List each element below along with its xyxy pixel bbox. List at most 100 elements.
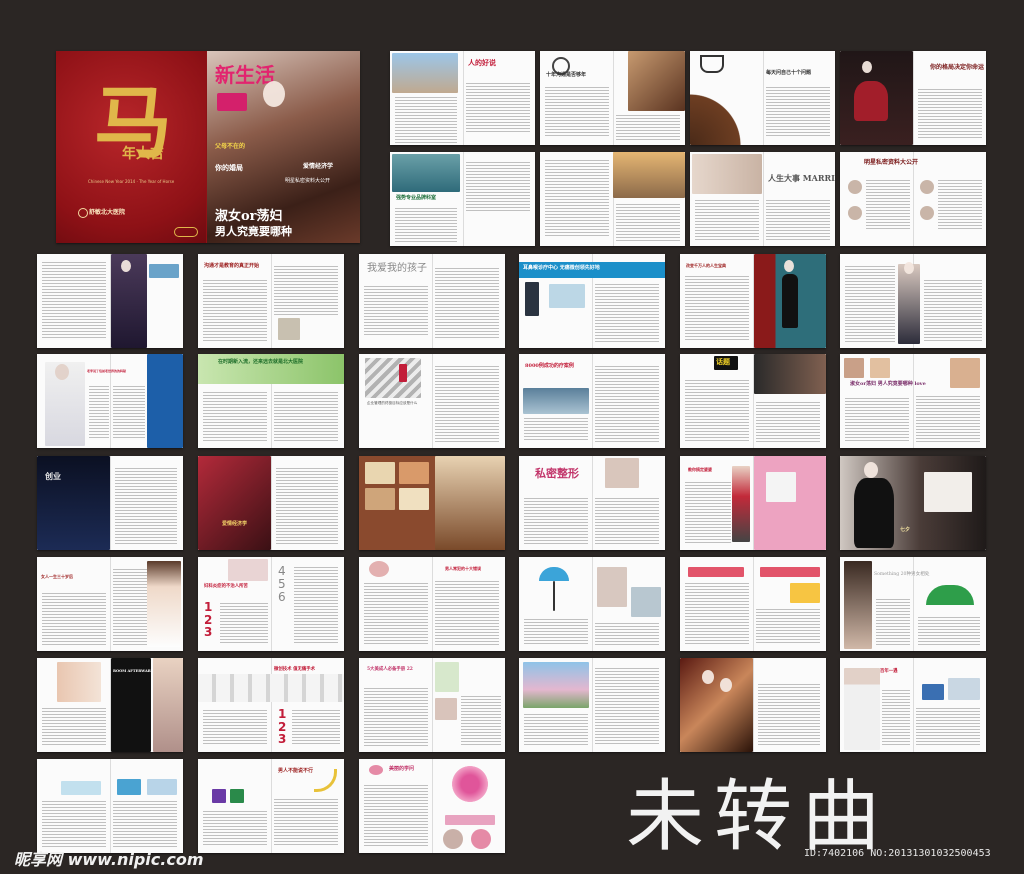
cover-blurb-1: 父母不在的 (215, 143, 246, 150)
spread-r2-3-title: 人生大事 MARRIAGE (768, 173, 835, 183)
spread-r2-2[interactable] (540, 152, 685, 246)
outline-stamp: 未转曲 (626, 772, 891, 862)
cherry-blossom-photo (523, 662, 589, 708)
spread-r4-1[interactable]: 老李说了包前老世界的的科秘 (37, 354, 183, 448)
businessman-photo (525, 282, 539, 316)
spread-r5-4[interactable]: 私密整形 (519, 456, 665, 550)
doctors-group-photo (198, 674, 344, 702)
cover-blurb-2: 你的婚局 (215, 164, 243, 172)
spread-r1-3-title: 每天问自己十个问题 (766, 70, 812, 76)
cover-front: 新生活 父母不在的 你的婚局 爱情经济学 明星私密资料大公开 淑女or荡妇 男人… (207, 51, 360, 243)
spread-r5-2-title: 爱情经济学 (222, 521, 248, 527)
spread-r2-4[interactable]: 明星私密资料大公开 (840, 152, 986, 246)
spread-r1-2-title: 十年沟通是否够年 (546, 72, 587, 78)
cover-back: 马 年大吉 Chinese New Year 2014 · The Year o… (56, 51, 206, 243)
spread-r3-3[interactable]: 我爱我的孩子 (359, 254, 505, 348)
spread-r6-3-title: 男人常犯的十大错误 (445, 566, 481, 571)
spread-r4-4-title: 8000例成功的疗案例 (525, 363, 574, 369)
spread-r5-1[interactable]: 创业 (37, 456, 183, 550)
spread-r6-3[interactable]: 男人常犯的十大错误 (359, 557, 505, 651)
spread-r3-6[interactable] (840, 254, 986, 348)
spread-r6-5[interactable] (680, 557, 826, 651)
spread-r2-4-title: 明星私密资料大公开 (864, 159, 919, 166)
spread-r1-2[interactable]: 十年沟通是否够年 (540, 51, 685, 145)
family-silhouette-photo (613, 152, 685, 198)
cover-badge (217, 93, 247, 111)
spread-r4-2-title: 在时期新入流，还来远去就是北大医院 (218, 359, 304, 365)
cover-headline-2: 男人究竟要哪种 (215, 225, 292, 238)
spread-r5-6[interactable]: 七夕 (840, 456, 986, 550)
hospital-name: 舒敏北大医院 (89, 209, 126, 216)
operating-room-photo (523, 388, 589, 414)
green-umbrella-icon (926, 585, 974, 605)
spread-r2-3[interactable]: 人生大事 MARRIAGE (690, 152, 835, 246)
spread-r8-3[interactable]: 美丽的学问 (359, 759, 505, 853)
spread-r5-5-title: 教你搞定婆婆 (688, 467, 712, 472)
spread-r6-1[interactable]: 女人一生三十岁后 (37, 557, 183, 651)
spread-r5-4-title: 私密整形 (535, 467, 579, 480)
spread-r8-2[interactable]: 男人不能说不行 (198, 759, 344, 853)
spread-r4-6[interactable]: 淑女or荡妇 男人究竟要哪种 love (840, 354, 986, 448)
coffee-photo (435, 456, 505, 550)
spread-r4-2[interactable]: 在时期新入流，还来远去就是北大医院 (198, 354, 344, 448)
watermark-left: 昵享网 www.nipic.com (14, 850, 204, 869)
spread-r7-6-title: 百年一遇 (880, 669, 898, 674)
spread-r4-5-title: 话题 (716, 357, 730, 366)
spread-r6-2[interactable]: 妇科炎症的不治人所苦 123 456 (198, 557, 344, 651)
spread-r5-2[interactable]: 爱情经济学 (198, 456, 344, 550)
arrows-graphic (365, 358, 421, 398)
banana-icon (314, 769, 337, 792)
spread-r4-6-title: 淑女or荡妇 男人究竟要哪种 love (850, 381, 926, 387)
spread-r4-5[interactable]: 话题 (680, 354, 826, 448)
numbered-list-1: 123 (204, 600, 213, 640)
spread-r4-3[interactable]: 企业管理的终极目标应该是什么 (359, 354, 505, 448)
spread-r7-4[interactable] (519, 658, 665, 752)
building-photo (392, 53, 458, 93)
spread-r2-1-title: 强势专业品牌科室 (396, 195, 437, 201)
umbrella-icon (539, 567, 569, 581)
flower-icon (369, 765, 383, 775)
spread-r3-2-title: 沟通才是教育的真正开始 (204, 263, 260, 269)
spread-r8-1[interactable] (37, 759, 183, 853)
spread-r6-6-title: Something 20种男女相处 (874, 572, 930, 577)
woman-illustration (147, 561, 181, 647)
cover-left-subtitle: Chinese New Year 2014 · The Year of Hors… (88, 179, 175, 184)
spread-r7-2-title: 微创技术 值无痛手术 (274, 667, 316, 672)
cover-headline-1: 淑女or荡妇 (215, 209, 283, 224)
spread-r1-3[interactable]: 每天问自己十个问题 (690, 51, 835, 145)
coffee-cup-icon (700, 55, 724, 73)
spread-r7-3[interactable]: 5大美成人必备手册 22 (359, 658, 505, 752)
spread-r7-1[interactable]: ROOM AFTERWARDS (37, 658, 183, 752)
surgery-photo (392, 154, 460, 192)
cloud-ornament-icon (174, 227, 198, 237)
spread-r7-6[interactable]: 百年一遇 (840, 658, 986, 752)
spread-r5-5[interactable]: 教你搞定婆婆 (680, 456, 826, 550)
spread-r3-2[interactable]: 沟通才是教育的真正开始 (198, 254, 344, 348)
spread-r1-1-title: 人的好说 (468, 58, 496, 67)
couple-dark-photo (754, 354, 826, 394)
spread-r1-1[interactable]: 人的好说 (390, 51, 535, 145)
woman-dark-dress-photo (898, 264, 920, 344)
spread-r3-4[interactable]: 耳鼻喉诊疗中心 无痛微创领先好地 (519, 254, 665, 348)
spread-r6-6[interactable]: Something 20种男女相处 (840, 557, 986, 651)
spread-r3-3-title: 我爱我的孩子 (367, 263, 427, 274)
woman-long-hair-photo (844, 561, 872, 649)
spread-r7-2[interactable]: 微创技术 值无痛手术 123 (198, 658, 344, 752)
watermark-right: ID:7402106 NO:20131301032500453 (804, 848, 991, 859)
spread-r6-4[interactable] (519, 557, 665, 651)
spread-r1-4[interactable]: 你的格局决定你命运 (840, 51, 986, 145)
spread-r8-3-title: 美丽的学问 (389, 766, 415, 772)
spread-r4-1-title: 老李说了包前老世界的的科秘 (87, 369, 127, 373)
spread-r7-3-title: 5大美成人必备手册 22 (367, 667, 413, 672)
numbered-list-2: 456 (278, 564, 286, 605)
coffee-beans-photo (690, 87, 750, 145)
cover-spread[interactable]: 马 年大吉 Chinese New Year 2014 · The Year o… (56, 51, 360, 243)
spread-r3-1[interactable] (37, 254, 183, 348)
spread-r5-3[interactable] (359, 456, 505, 550)
spread-r3-5[interactable]: 改变千万人的人生宝典 (680, 254, 826, 348)
spread-r4-4[interactable]: 8000例成功的疗案例 (519, 354, 665, 448)
spread-r5-1-title: 创业 (45, 471, 61, 481)
spread-r2-1[interactable]: 强势专业品牌科室 (390, 152, 535, 246)
spread-r7-5[interactable] (680, 658, 826, 752)
model-face (263, 81, 285, 107)
